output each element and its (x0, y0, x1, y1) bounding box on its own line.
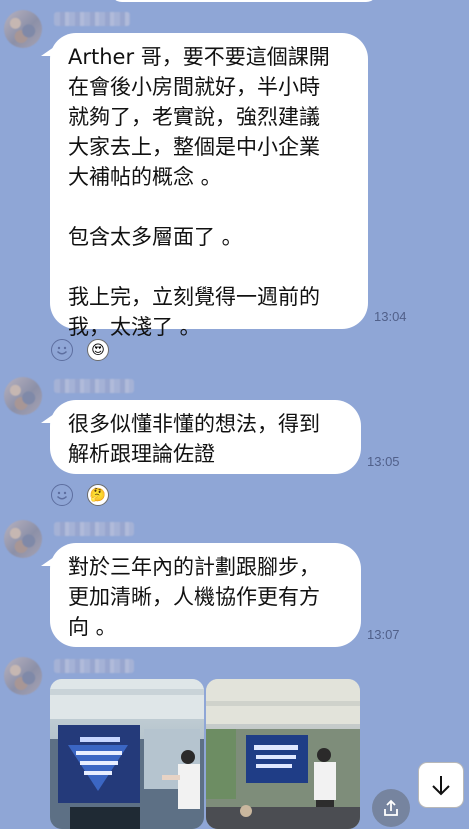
presentation-photo[interactable] (50, 679, 204, 829)
message-text: 很多似懂非懂的想法，得到 解析跟理論佐證 (68, 412, 320, 466)
presentation-photo[interactable] (206, 679, 360, 829)
sender-name: ██████ (54, 522, 134, 536)
chat-area: ██████ Arther 哥，要不要這個課開 在會後小房間就好，半小時 就夠了… (0, 0, 469, 829)
message-time: 13:05 (367, 454, 400, 469)
message-bubble[interactable]: 很多似懂非懂的想法，得到 解析跟理論佐證 (41, 400, 361, 474)
avatar[interactable] (4, 377, 42, 415)
message-text: 對於三年內的計劃跟腳步， 更加清晰，人機協作更有方 向 。 (68, 555, 320, 639)
sender-name: ██████ (54, 379, 134, 393)
share-icon[interactable] (372, 789, 410, 827)
message-bubble[interactable]: 對於三年內的計劃跟腳步， 更加清晰，人機協作更有方 向 。 (41, 543, 361, 647)
message-bubble[interactable]: Arther 哥，要不要這個課開 在會後小房間就好，半小時 就夠了，老實說，強烈… (41, 33, 368, 339)
sender-name: ██████ (54, 659, 134, 673)
heart-eyes-emoji-icon[interactable]: 😍 (87, 339, 109, 361)
arrow-down-icon[interactable] (418, 762, 464, 808)
message-time: 13:07 (367, 627, 400, 642)
thinking-emoji-icon[interactable]: 🤔 (87, 484, 109, 506)
smiley-add-reaction-icon[interactable] (51, 339, 73, 361)
avatar[interactable] (4, 520, 42, 558)
previous-message-bubble[interactable] (110, 0, 378, 2)
message-time: 13:04 (374, 309, 407, 324)
message-text: Arther 哥，要不要這個課開 在會後小房間就好，半小時 就夠了，老實說，強烈… (68, 45, 330, 339)
avatar[interactable] (4, 10, 42, 48)
sender-name: ██████ (54, 12, 130, 26)
smiley-add-reaction-icon[interactable] (51, 484, 73, 506)
avatar[interactable] (4, 657, 42, 695)
